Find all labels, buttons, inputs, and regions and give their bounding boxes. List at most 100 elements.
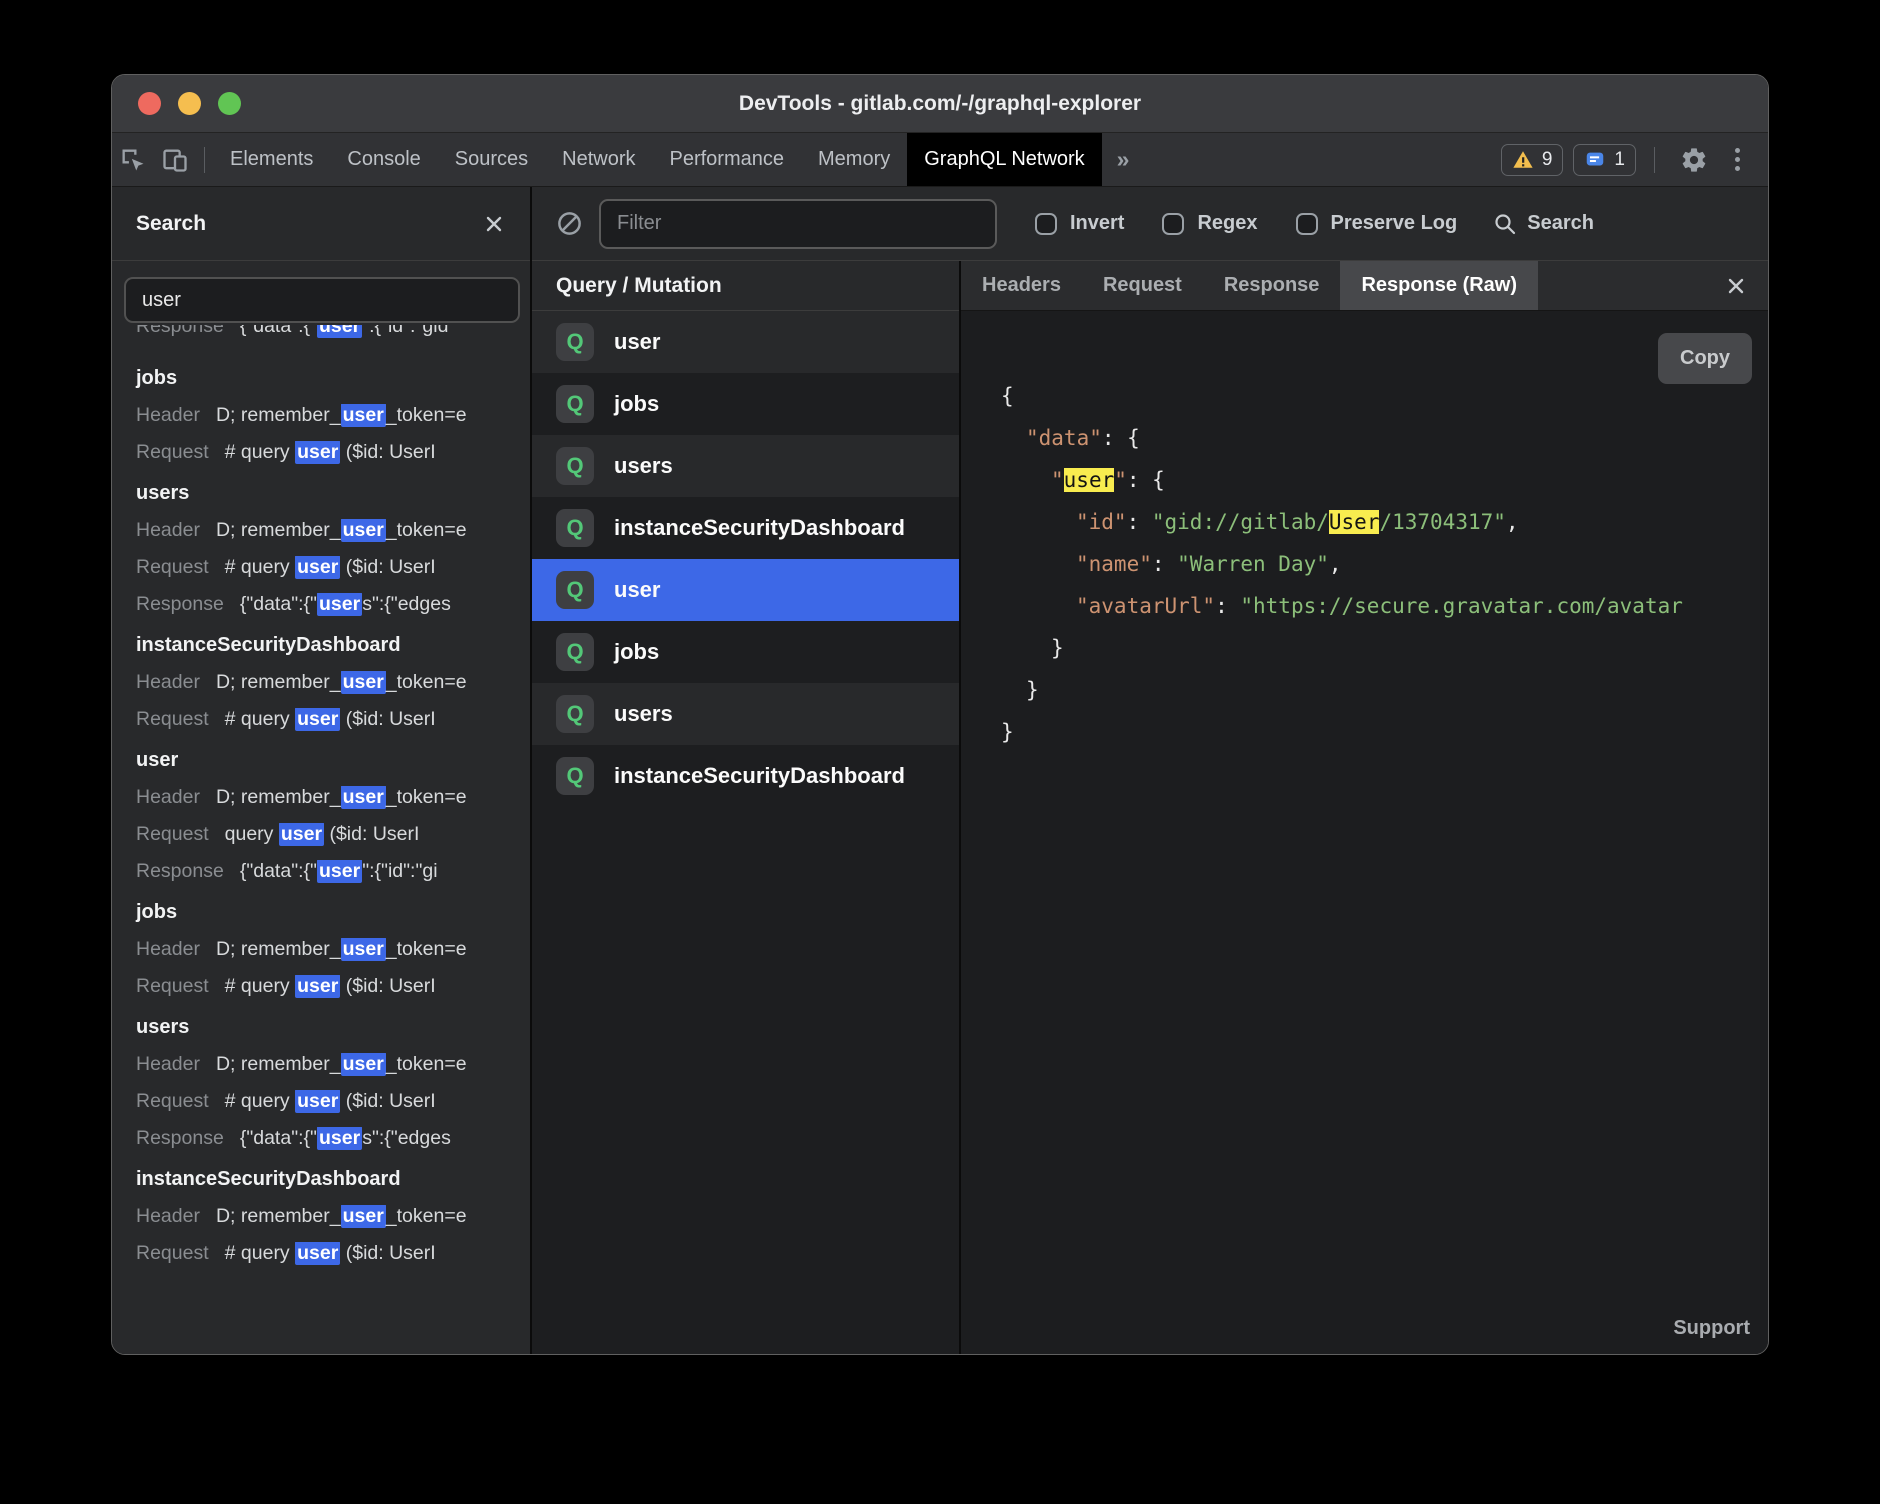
query-list-item[interactable]: QinstanceSecurityDashboard bbox=[532, 497, 959, 559]
query-item-label: jobs bbox=[614, 639, 659, 665]
text-segment: # query bbox=[225, 975, 295, 997]
search-result-line[interactable]: Response{"data":{"users":{"edges bbox=[136, 593, 530, 616]
query-list-item[interactable]: Qusers bbox=[532, 435, 959, 497]
query-list-item[interactable]: Qjobs bbox=[532, 621, 959, 683]
query-list-item[interactable]: Qjobs bbox=[532, 373, 959, 435]
response-tab-response-raw[interactable]: Response (Raw) bbox=[1340, 261, 1538, 310]
search-result-group-title[interactable]: jobs bbox=[136, 367, 530, 390]
tab-memory[interactable]: Memory bbox=[801, 133, 907, 186]
search-result-group-title[interactable]: jobs bbox=[136, 901, 530, 924]
tab-console[interactable]: Console bbox=[330, 133, 437, 186]
text-segment: /13704317" bbox=[1379, 510, 1505, 534]
close-window-button[interactable] bbox=[138, 92, 161, 115]
text-segment: : bbox=[1127, 510, 1152, 534]
tab-network[interactable]: Network bbox=[545, 133, 652, 186]
search-result-line[interactable]: HeaderD; remember_user_token=e bbox=[136, 938, 530, 961]
warnings-badge[interactable]: 9 bbox=[1501, 144, 1564, 176]
search-result-line[interactable]: HeaderD; remember_user_token=e bbox=[136, 1053, 530, 1076]
result-line-label: Request bbox=[136, 1090, 209, 1112]
search-result-line[interactable]: Request# query user ($id: UserI bbox=[136, 441, 530, 464]
query-list-item[interactable]: Quser bbox=[532, 311, 959, 373]
result-line-content: # query user ($id: UserI bbox=[225, 708, 436, 731]
response-tab-request[interactable]: Request bbox=[1082, 261, 1203, 310]
query-list-item[interactable]: QinstanceSecurityDashboard bbox=[532, 745, 959, 807]
search-result-line[interactable]: Response{"data":{"user":{"id":"gid bbox=[136, 325, 530, 338]
result-line-label: Header bbox=[136, 671, 200, 693]
issues-badge[interactable]: 1 bbox=[1573, 144, 1636, 176]
support-link[interactable]: Support bbox=[1673, 1317, 1750, 1340]
query-type-badge: Q bbox=[556, 385, 594, 423]
result-line-content: # query user ($id: UserI bbox=[225, 1090, 436, 1113]
search-result-line[interactable]: Request # query user ($id: UserI bbox=[136, 1090, 530, 1113]
json-line: } bbox=[1001, 711, 1768, 753]
checkbox-invert[interactable]: Invert bbox=[1035, 212, 1124, 235]
device-toolbar-button[interactable] bbox=[154, 133, 196, 186]
text-segment: " bbox=[1051, 468, 1064, 492]
clear-requests-icon[interactable] bbox=[556, 210, 583, 237]
search-result-group-title[interactable]: users bbox=[136, 1016, 530, 1039]
json-code: {"data": {"user": {"id": "gid://gitlab/U… bbox=[1001, 375, 1768, 753]
text-segment: , bbox=[1329, 552, 1342, 576]
search-result-line[interactable]: Request# query user ($id: UserI bbox=[136, 1242, 530, 1265]
copy-button[interactable]: Copy bbox=[1658, 333, 1752, 384]
search-result-line[interactable]: HeaderD; remember_user_token=e bbox=[136, 786, 530, 809]
search-result-line[interactable]: Request# query user ($id: UserI bbox=[136, 975, 530, 998]
checkbox-regex[interactable]: Regex bbox=[1162, 212, 1257, 235]
search-result-group-title[interactable]: users bbox=[136, 482, 530, 505]
search-result-line[interactable]: HeaderD; remember_user_token=e bbox=[136, 1205, 530, 1228]
query-type-badge: Q bbox=[556, 571, 594, 609]
text-segment: D; remember_ bbox=[216, 1205, 341, 1227]
text-segment: : bbox=[1152, 552, 1177, 576]
filter-toolbar: Invert Regex Preserve Log Search bbox=[532, 187, 1768, 261]
text-segment: "name" bbox=[1076, 552, 1152, 576]
json-line: "id": "gid://gitlab/User/13704317", bbox=[1001, 501, 1768, 543]
toolbar-search-button[interactable]: Search bbox=[1493, 212, 1594, 236]
close-search-icon[interactable] bbox=[482, 212, 506, 236]
search-match-highlight: user bbox=[295, 975, 340, 998]
search-result-line[interactable]: HeaderD; remember_user_token=e bbox=[136, 519, 530, 542]
search-result-line[interactable]: Request# query user ($id: UserI bbox=[136, 556, 530, 579]
close-detail-button[interactable] bbox=[1718, 261, 1754, 310]
response-tab-response[interactable]: Response bbox=[1203, 261, 1341, 310]
text-segment: " bbox=[1114, 468, 1127, 492]
tab-elements[interactable]: Elements bbox=[213, 133, 330, 186]
kebab-menu-icon[interactable] bbox=[1725, 148, 1750, 171]
checkbox-preserve-log[interactable]: Preserve Log bbox=[1296, 212, 1458, 235]
search-result-line[interactable]: Response{"data":{"users":{"edges bbox=[136, 1127, 530, 1150]
text-segment: s":{"edges bbox=[362, 593, 451, 615]
checkbox-box bbox=[1035, 213, 1057, 235]
text-segment: _token=e bbox=[386, 404, 467, 426]
search-result-group-title[interactable]: instanceSecurityDashboard bbox=[136, 634, 530, 657]
text-segment: {"data":{" bbox=[240, 593, 317, 615]
search-match-highlight: user bbox=[341, 404, 386, 427]
query-item-label: users bbox=[614, 701, 673, 727]
inspect-element-button[interactable] bbox=[112, 133, 154, 186]
text-segment: _token=e bbox=[386, 1205, 467, 1227]
response-tab-headers[interactable]: Headers bbox=[961, 261, 1082, 310]
filter-input[interactable] bbox=[599, 199, 997, 249]
search-result-line[interactable]: HeaderD; remember_user_token=e bbox=[136, 671, 530, 694]
search-panel-title: Search bbox=[136, 212, 206, 236]
query-list-item[interactable]: Qusers bbox=[532, 683, 959, 745]
zoom-window-button[interactable] bbox=[218, 92, 241, 115]
window-title: DevTools - gitlab.com/-/graphql-explorer bbox=[112, 92, 1768, 116]
search-result-line[interactable]: HeaderD; remember_user_token=e bbox=[136, 404, 530, 427]
search-result-group-title[interactable]: instanceSecurityDashboard bbox=[136, 1168, 530, 1191]
tab-performance[interactable]: Performance bbox=[653, 133, 802, 186]
tab-sources[interactable]: Sources bbox=[438, 133, 545, 186]
query-list-item[interactable]: Quser bbox=[532, 559, 959, 621]
more-tabs-button[interactable]: » bbox=[1102, 133, 1145, 186]
settings-button[interactable] bbox=[1673, 146, 1715, 174]
search-result-group-title[interactable]: user bbox=[136, 749, 530, 772]
search-input[interactable] bbox=[124, 277, 520, 323]
minimize-window-button[interactable] bbox=[178, 92, 201, 115]
text-segment: "Warren Day" bbox=[1177, 552, 1329, 576]
tabbar-separator bbox=[1654, 147, 1655, 173]
json-line: "user": { bbox=[1001, 459, 1768, 501]
search-result-line[interactable]: Request# query user ($id: UserI bbox=[136, 708, 530, 731]
text-segment: ($id: UserI bbox=[340, 975, 435, 997]
text-segment: "gid://gitlab/ bbox=[1152, 510, 1329, 534]
search-result-line[interactable]: Requestquery user ($id: UserI bbox=[136, 823, 530, 846]
tab-graphql-network[interactable]: GraphQL Network bbox=[907, 133, 1101, 186]
search-result-line[interactable]: Response{"data":{"user":{"id":"gi bbox=[136, 860, 530, 883]
